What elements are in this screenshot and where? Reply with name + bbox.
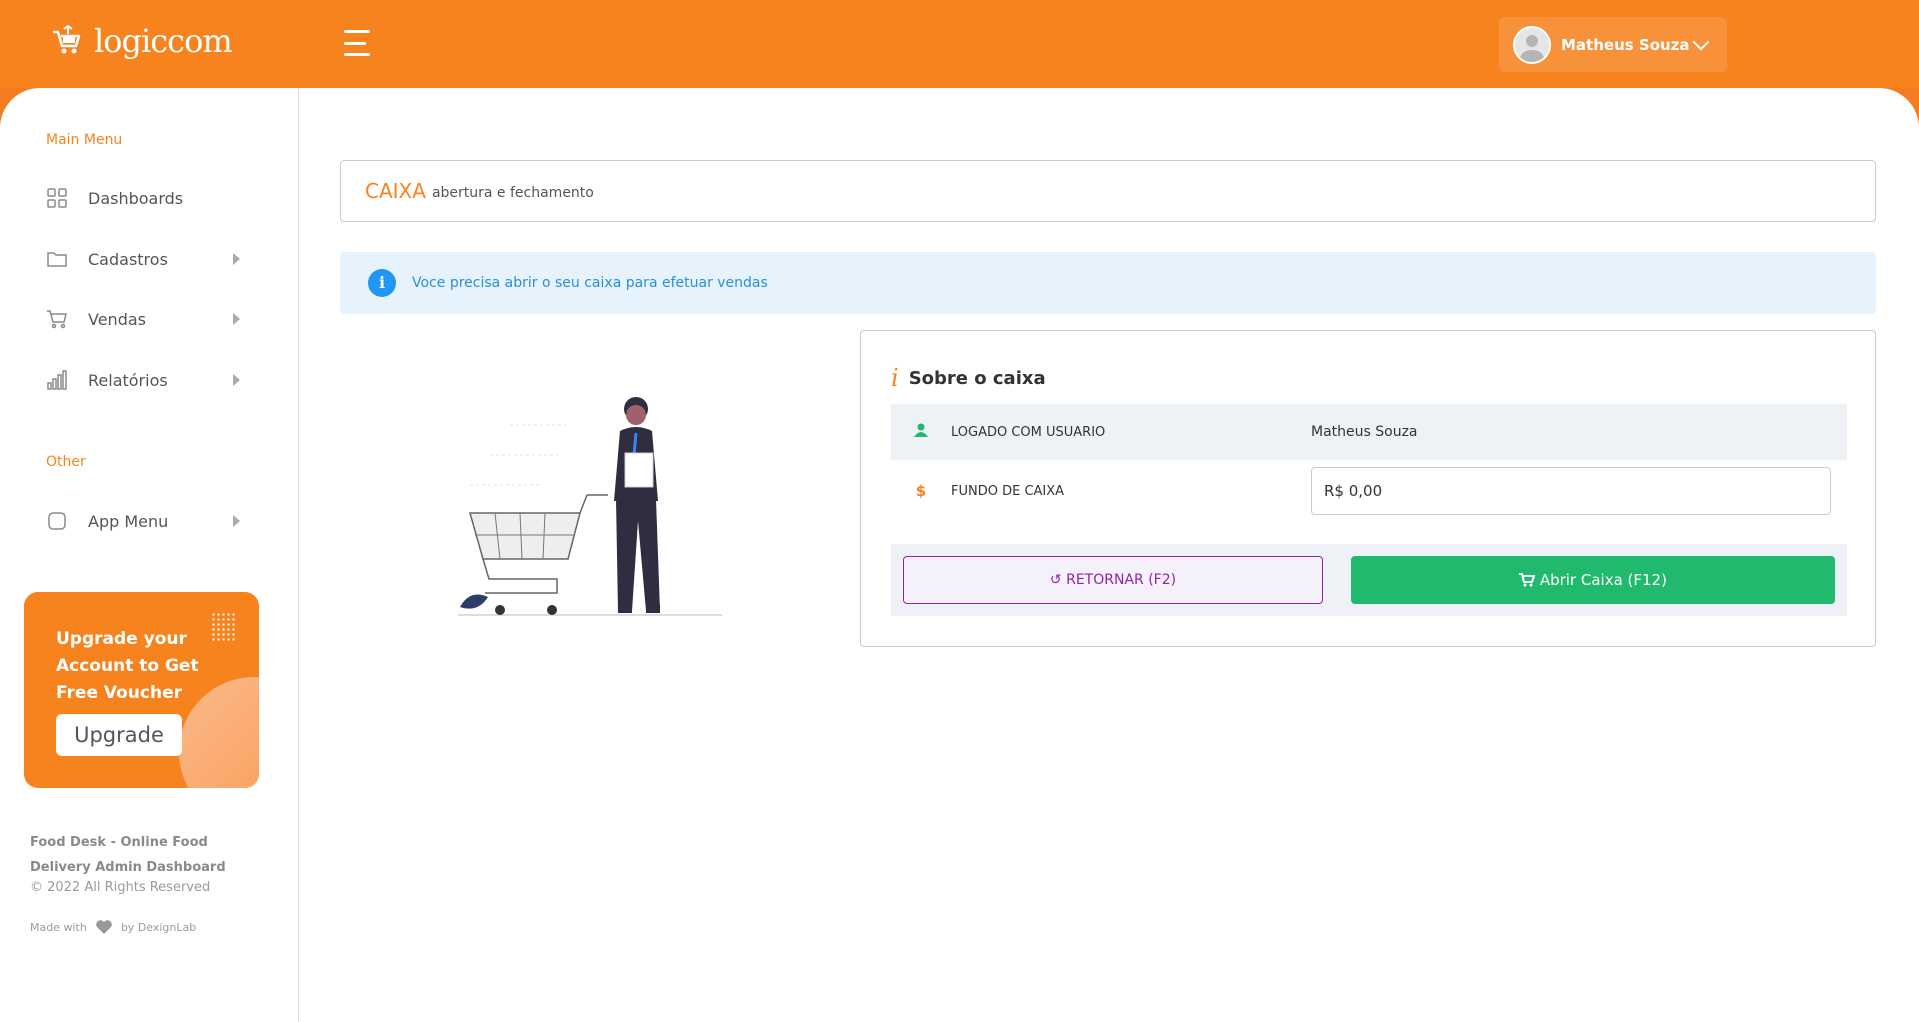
grid-icon — [47, 188, 67, 208]
caret-right-icon — [233, 253, 240, 265]
sidebar-item-cadastros[interactable]: Cadastros — [46, 239, 246, 279]
main-menu-title: Main Menu — [46, 132, 123, 148]
footer-copyright: © 2022 All Rights Reserved — [30, 880, 211, 895]
sidebar-item-label: App Menu — [88, 511, 169, 531]
made-with-text: Made with — [30, 920, 87, 934]
caret-right-icon — [233, 313, 240, 325]
made-by-text: by DexignLab — [120, 920, 197, 934]
cart-icon — [47, 310, 67, 329]
square-icon — [48, 512, 66, 530]
footer-title: Food Desk - Online Food Delivery Admin D… — [30, 835, 226, 875]
sidebar-item-label: Vendas — [88, 309, 146, 329]
row-cash-fund: $ FUNDO DE CAIXA — [891, 461, 1847, 521]
user-menu[interactable]: Matheus Souza — [1499, 17, 1727, 72]
sidebar-item-relatorios[interactable]: Relatórios — [46, 360, 246, 400]
avatar — [1513, 25, 1551, 64]
row-label: LOGADO COM USUARIO — [951, 424, 1106, 440]
info-icon: i — [368, 269, 396, 297]
page-subtitle: abertura e fechamento — [431, 185, 594, 201]
caret-right-icon — [233, 515, 240, 527]
sidebar-item-app-menu[interactable]: App Menu — [46, 501, 246, 541]
user-icon — [891, 423, 951, 441]
sidebar-item-dashboards[interactable]: Dashboards — [46, 178, 246, 218]
logo-cart-icon — [53, 24, 81, 54]
heart-icon — [96, 920, 112, 934]
info-alert: i Voce precisa abrir o seu caixa para ef… — [340, 252, 1876, 314]
page-header: CAIXA abertura e fechamento — [340, 160, 1876, 222]
caixa-info-box: i Sobre o caixa LOGADO COM USUARIO Mathe… — [860, 330, 1876, 647]
info-icon: i — [891, 364, 899, 392]
cash-fund-input[interactable] — [1311, 467, 1831, 515]
open-cash-button[interactable]: Abrir Caixa (F12) — [1351, 556, 1835, 604]
top-header: logiccom Matheus Souza — [0, 0, 1919, 88]
upgrade-text: Upgrade your Account to Get Free Voucher — [56, 629, 199, 703]
box-title: Sobre o caixa — [908, 367, 1046, 389]
caret-right-icon — [233, 374, 240, 386]
sidebar-item-label: Relatórios — [88, 370, 168, 390]
shopping-illustration — [458, 397, 722, 616]
chevron-down-icon — [1692, 33, 1710, 50]
sidebar-item-label: Cadastros — [88, 249, 168, 269]
bar-chart-icon — [47, 370, 67, 390]
cart-icon — [1519, 573, 1536, 587]
row-logged-user: LOGADO COM USUARIO Matheus Souza — [891, 404, 1847, 460]
logged-user-value: Matheus Souza — [1311, 424, 1418, 440]
box-header: i Sobre o caixa — [891, 364, 1046, 392]
sidebar-item-label: Dashboards — [88, 188, 184, 208]
upgrade-card: Upgrade your Account to Get Free Voucher… — [24, 592, 259, 788]
page-title: CAIXA — [365, 179, 426, 203]
folder-icon — [47, 252, 67, 267]
alert-text: Voce precisa abrir o seu caixa para efet… — [412, 275, 768, 291]
action-bar: ↺ RETORNAR (F2) Abrir Caixa (F12) — [891, 544, 1847, 616]
footer-made-with: Made with by DexignLab — [30, 919, 196, 935]
row-label: FUNDO DE CAIXA — [951, 483, 1065, 499]
sidebar-item-vendas[interactable]: Vendas — [46, 299, 246, 339]
menu-toggle-icon[interactable] — [344, 30, 374, 56]
open-cash-button-label: Abrir Caixa (F12) — [1539, 571, 1667, 589]
user-name: Matheus Souza — [1561, 35, 1690, 54]
other-title: Other — [46, 454, 86, 470]
brand-name: logiccom — [94, 22, 233, 60]
brand-logo[interactable]: logiccom — [50, 22, 233, 60]
return-button[interactable]: ↺ RETORNAR (F2) — [903, 556, 1323, 604]
return-button-label: RETORNAR (F2) — [1066, 572, 1177, 588]
undo-icon: ↺ — [1049, 572, 1067, 588]
upgrade-button[interactable]: Upgrade — [56, 714, 182, 756]
dollar-icon: $ — [915, 482, 927, 500]
